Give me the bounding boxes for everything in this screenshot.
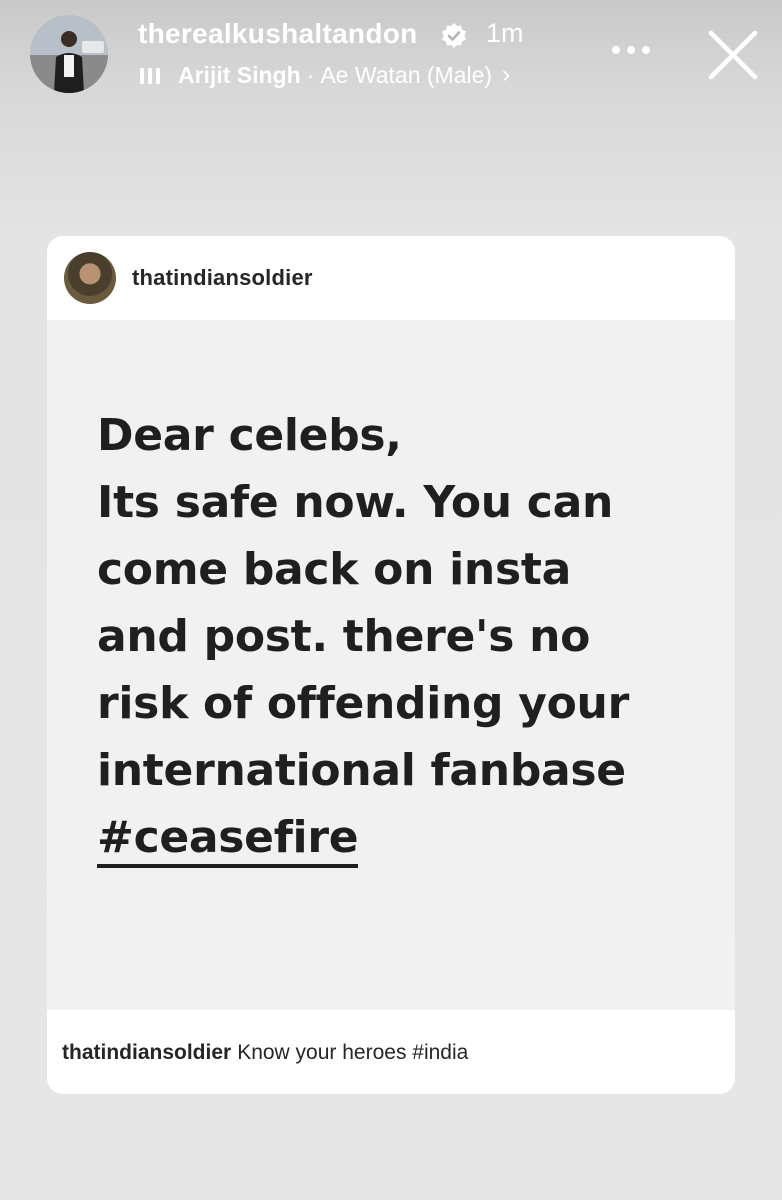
music-info[interactable]: Arijit Singh · Ae Watan (Male) › [140,60,510,90]
story-username[interactable]: therealkushaltandon [138,18,418,50]
post-line: Its safe now. You can [97,477,614,528]
post-line: international fanbase [97,745,626,796]
post-line: risk of offending your [97,678,629,729]
music-song: Ae Watan (Male) [320,61,493,88]
caption-text: Know your heroes #india [237,1041,469,1064]
avatar-photo [30,15,108,93]
shared-post-card[interactable]: thatindiansoldier Dear celebs, Its safe … [47,236,735,1094]
music-separator: · [306,61,315,88]
story-avatar[interactable] [30,15,108,93]
post-caption: thatindiansoldier Know your heroes #india [62,1041,468,1065]
more-options-icon[interactable] [612,40,656,60]
post-line: come back on insta [97,544,571,595]
post-author-username[interactable]: thatindiansoldier [132,265,313,291]
post-line: and post. there's no [97,611,591,662]
story-header: therealkushaltandon 1m Arijit Singh · Ae… [0,0,782,120]
music-bars-icon [140,66,160,84]
caption-username[interactable]: thatindiansoldier [62,1041,231,1064]
post-header: thatindiansoldier [47,236,735,320]
post-author-avatar[interactable] [64,252,116,304]
story-timestamp: 1m [486,18,524,48]
post-hashtag[interactable]: #ceasefire [97,812,359,868]
chevron-right-icon: › [502,61,511,88]
post-message: Dear celebs, Its safe now. You can come … [97,402,717,871]
verified-badge-icon [442,23,466,48]
post-caption-bar: thatindiansoldier Know your heroes #india [47,1010,735,1094]
music-artist: Arijit Singh [178,61,301,88]
post-image: Dear celebs, Its safe now. You can come … [47,320,735,1010]
post-line: Dear celebs, [97,410,402,461]
close-icon[interactable] [706,28,760,82]
